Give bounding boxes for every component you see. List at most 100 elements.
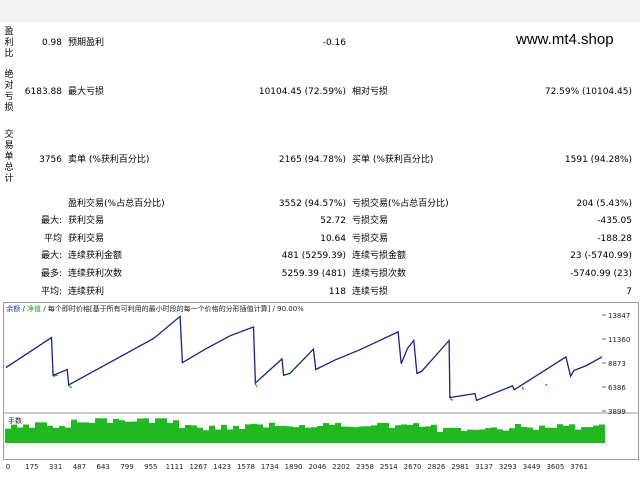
- volume-bar: [71, 419, 77, 443]
- volume-bar: [155, 418, 161, 443]
- volume-bar: [131, 421, 137, 443]
- consecutive-losses-money-label: 连续亏损金额: [352, 251, 407, 261]
- volume-bar: [569, 424, 575, 443]
- volume-bar: [443, 427, 449, 443]
- volume-bar: [65, 427, 71, 443]
- consecutive-losses-count-value: -5740.99 (23): [570, 269, 632, 279]
- volume-bar: [5, 428, 11, 443]
- volume-bar: [89, 422, 95, 443]
- short-positions-value: 2165 (94.78%): [278, 155, 346, 165]
- volume-bar: [473, 429, 479, 443]
- average-loss-trade-value: -188.28: [597, 234, 632, 244]
- volume-bar: [29, 427, 35, 443]
- volume-bar: [575, 429, 581, 443]
- volume-bar: [23, 424, 29, 443]
- side-label-total-trades: 交易单总计: [4, 130, 14, 184]
- loss-trades-value: 204 (5.43%): [576, 199, 632, 209]
- equity-series-line: [545, 383, 548, 387]
- volume-bar: [341, 426, 347, 443]
- volume-bar: [377, 422, 383, 443]
- equity-series-line: [521, 386, 525, 391]
- volume-bar: [533, 429, 539, 443]
- volume-bar: [599, 424, 605, 443]
- volume-bar: [353, 427, 359, 443]
- volume-bar: [467, 429, 473, 443]
- volume-label: 手数: [8, 416, 22, 425]
- volume-bar: [419, 426, 425, 443]
- x-tick-label: 3449: [522, 463, 541, 471]
- maximal-label: 最多:: [40, 269, 62, 279]
- y-tick-label: 6386: [608, 384, 626, 392]
- maximum-label: 最大:: [40, 251, 62, 261]
- volume-bar: [269, 422, 275, 443]
- volume-bar: [323, 423, 329, 443]
- x-tick-label: 2826: [427, 463, 446, 471]
- volume-bar: [299, 425, 305, 443]
- volume-bar: [329, 424, 335, 443]
- y-tick-label: 11360: [608, 336, 630, 344]
- volume-bar: [401, 424, 407, 443]
- volume-bar: [557, 424, 563, 443]
- x-tick-label: 2670: [403, 463, 422, 471]
- x-tick-label: 1423: [213, 463, 232, 471]
- x-tick-label: 1734: [260, 463, 279, 471]
- volume-bar: [257, 424, 263, 443]
- largest-profit-trade-label: 获利交易: [68, 216, 105, 226]
- consecutive-wins-count-value: 5259.39 (481): [281, 269, 346, 279]
- consecutive-losses-count-label: 连续亏损次数: [352, 269, 407, 279]
- volume-bar: [383, 422, 389, 443]
- equity-series-line: [68, 385, 73, 389]
- x-tick-label: 2514: [379, 463, 398, 471]
- x-tick-label: 2358: [356, 463, 374, 471]
- volume-bar: [107, 422, 113, 443]
- consecutive-wins-count-label: 连续获利次数: [68, 269, 123, 279]
- side-label-profit-factor: 盈利比: [4, 27, 14, 59]
- volume-bar: [209, 425, 215, 443]
- balance-chart: 余额 / 净值 / 每个即时价格[基于所有可利用的最小时段的每一个价格的分形插值…: [3, 302, 639, 460]
- x-axis: 0 175 331 487 643 799 955 1111 1267 1423 1578 1734 1…: [0, 458, 640, 480]
- volume-bar: [77, 422, 83, 443]
- x-tick-label: 955: [144, 463, 158, 471]
- top-band: [0, 0, 640, 22]
- volume-bar: [449, 427, 455, 443]
- volume-bar: [455, 428, 461, 443]
- volume-bar: [11, 424, 17, 443]
- x-tick-label: 3761: [570, 463, 589, 471]
- largest-loss-trade-value: -435.05: [597, 216, 632, 226]
- average-consecutive-wins-label: 连续获利: [68, 287, 105, 297]
- profit-trades-value: 3552 (94.57%): [278, 199, 346, 209]
- volume-bar: [59, 426, 65, 443]
- relative-drawdown-label: 相对亏损: [352, 87, 389, 97]
- maximal-drawdown-value: 10104.45 (72.59%): [258, 87, 346, 97]
- expected-payoff-label: 预期盈利: [68, 38, 105, 48]
- volume-bar: [191, 425, 197, 443]
- consecutive-wins-money-value: 481 (5259.39): [281, 251, 346, 261]
- volume-bar: [227, 429, 233, 443]
- volume-bar: [287, 426, 293, 443]
- largest-loss-trade-label: 亏损交易: [352, 216, 389, 226]
- volume-bar: [281, 425, 287, 443]
- largest-label: 最大:: [40, 216, 62, 226]
- volume-bar: [305, 427, 311, 443]
- average-consecutive-label: 平均:: [40, 287, 62, 297]
- volume-bar: [479, 429, 485, 443]
- loss-trades-label: 亏损交易(%占总百分比): [352, 199, 449, 209]
- volume-bar: [35, 422, 41, 443]
- volume-bar: [113, 418, 119, 443]
- volume-bar: [53, 427, 59, 443]
- x-tick-label: 3293: [498, 463, 517, 471]
- volume-bar: [413, 423, 419, 443]
- volume-bar: [275, 426, 281, 443]
- volume-bar: [485, 428, 491, 443]
- equity-series-line: [254, 383, 258, 388]
- volume-bar: [173, 420, 179, 443]
- absolute-drawdown-value: 6183.88: [24, 87, 62, 97]
- volume-bar: [263, 427, 269, 443]
- volume-bar: [425, 426, 431, 443]
- x-tick-label: 1890: [284, 463, 303, 471]
- volume-bar: [203, 430, 209, 443]
- volume-bar: [119, 420, 125, 443]
- expected-payoff-value: -0.16: [322, 38, 346, 48]
- volume-bar: [317, 425, 323, 443]
- x-tick-label: 331: [48, 463, 63, 471]
